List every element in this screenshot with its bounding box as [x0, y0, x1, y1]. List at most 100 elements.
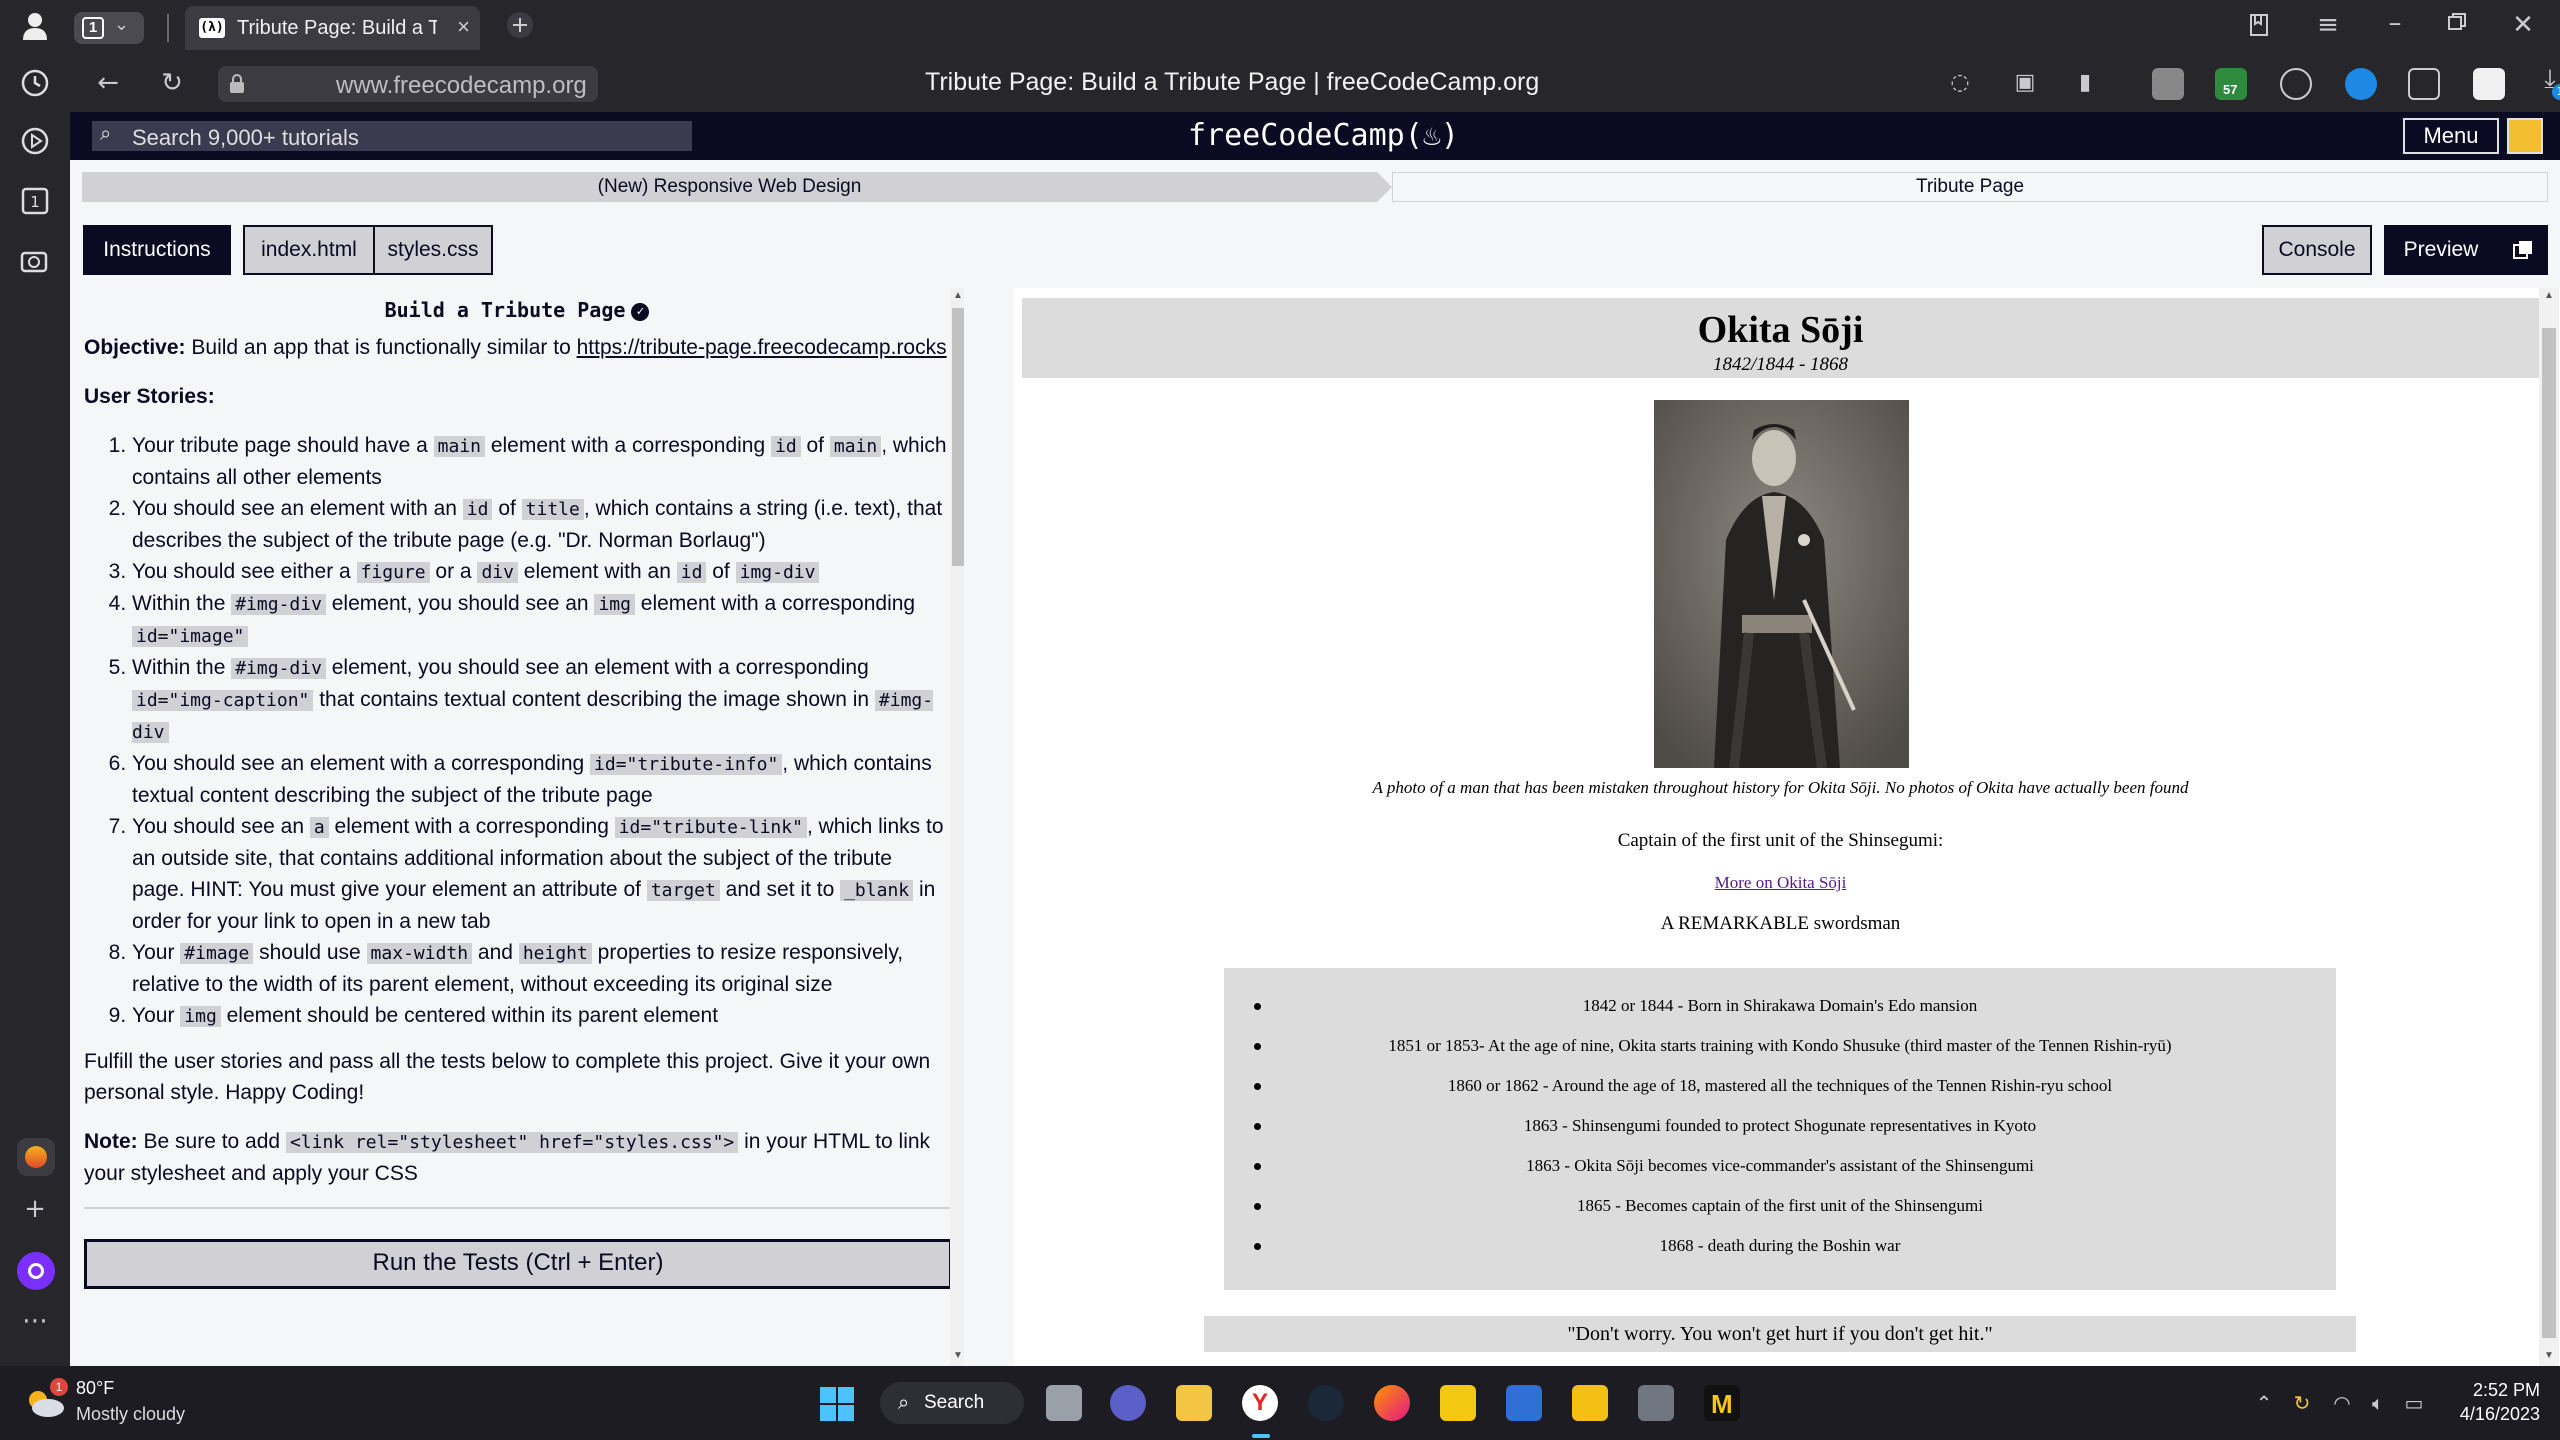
reload-icon[interactable]: ↻ — [152, 68, 192, 98]
tab-styles-css[interactable]: styles.css — [373, 225, 493, 275]
chevron-up-icon[interactable]: ⌃ — [2244, 1388, 2284, 1418]
tab-count-button[interactable]: 1 ⌄ — [74, 12, 144, 44]
fcc-logo[interactable]: freeCodeCamp(♨) — [1188, 118, 1459, 153]
sync-icon[interactable]: ↻ — [2282, 1388, 2322, 1418]
settings-menu-icon[interactable]: ≡ — [2308, 10, 2348, 40]
profile-icon[interactable] — [15, 12, 55, 47]
story-text: or a — [429, 560, 478, 583]
story-text: You should see either a — [132, 560, 357, 583]
objective-label: Objective: — [84, 336, 186, 359]
play-icon[interactable] — [15, 126, 55, 163]
objective-link[interactable]: https://tribute-page.freecodecamp.rocks — [577, 336, 947, 359]
preview-scrollbar[interactable]: ▲ ▼ — [2539, 288, 2559, 1366]
fcc-navbar: ⌕ Search 9,000+ tutorials freeCodeCamp(♨… — [70, 112, 2560, 160]
scroll-up-icon[interactable]: ▲ — [2544, 290, 2554, 301]
scrollbar-thumb[interactable] — [952, 308, 964, 566]
tab-number-icon[interactable]: 1 — [15, 186, 55, 223]
search-icon: ⌕ — [100, 123, 112, 145]
challenge-title-text: Build a Tribute Page — [384, 298, 626, 322]
download-badge: 1 — [2552, 84, 2560, 100]
windows-start-icon[interactable] — [820, 1387, 854, 1421]
extension-bulb-icon[interactable] — [2280, 68, 2312, 100]
taskbar-search[interactable]: ⌕ Search — [880, 1382, 1024, 1424]
close-tab-icon[interactable]: × — [457, 14, 470, 40]
power-bi-icon[interactable] — [1440, 1385, 1476, 1421]
new-tab-icon[interactable] — [500, 10, 540, 47]
g-app-icon[interactable] — [1572, 1385, 1608, 1421]
completed-check-icon: ✓ — [631, 302, 650, 321]
timeline-item: 1860 or 1862 - Around the age of 18, mas… — [1224, 1066, 2336, 1106]
extension-translate-icon[interactable] — [2473, 68, 2505, 100]
fulfill-text: Fulfill the user stories and pass all th… — [84, 1050, 931, 1104]
alice-assistant-icon[interactable] — [17, 1252, 55, 1290]
clock[interactable]: 2:52 PM 4/16/2023 — [2430, 1378, 2540, 1426]
wifi-icon[interactable]: ◠ — [2322, 1388, 2362, 1418]
browser-tab-active[interactable]: (λ) Tribute Page: Build a Tril × — [185, 6, 480, 50]
breadcrumb-project[interactable]: Tribute Page — [1392, 172, 2548, 202]
tab-preview[interactable]: Preview — [2384, 225, 2498, 275]
story-text: and set it to — [719, 878, 841, 901]
tab-index-html[interactable]: index.html — [243, 225, 375, 275]
extension-h-icon[interactable] — [2152, 68, 2184, 100]
file-explorer-icon[interactable] — [1176, 1385, 1212, 1421]
user-story: Your img element should be centered with… — [132, 1000, 950, 1032]
history-icon[interactable] — [15, 68, 55, 105]
bookmarks-panel-icon[interactable] — [2240, 12, 2280, 45]
back-arrow-icon[interactable]: ← — [88, 68, 128, 98]
scroll-down-icon[interactable]: ▼ — [953, 1350, 963, 1361]
inline-code: _blank — [840, 880, 914, 901]
m-app-icon[interactable]: M — [1704, 1385, 1740, 1421]
yandex-browser-icon[interactable]: Y — [1242, 1385, 1278, 1421]
user-story: Your #image should use max-width and hei… — [132, 937, 950, 1000]
reader-icon[interactable]: ▣ — [2005, 68, 2045, 98]
chat-icon[interactable]: ◌ — [1940, 68, 1980, 98]
camera-icon[interactable] — [15, 246, 55, 283]
search-input[interactable]: ⌕ Search 9,000+ tutorials — [92, 121, 692, 151]
story-text: element with a corresponding — [328, 815, 615, 838]
download-icon[interactable]: ⤓ 1 — [2530, 64, 2560, 100]
divider — [84, 1207, 954, 1209]
story-text: should use — [253, 941, 367, 964]
timeline-text: 1868 - death during the Boshin war — [1659, 1236, 1901, 1255]
bullet-icon — [1254, 1243, 1261, 1250]
run-tests-button[interactable]: Run the Tests (Ctrl + Enter) — [84, 1239, 952, 1289]
minimize-icon[interactable]: – — [2375, 8, 2415, 38]
avatar[interactable] — [2507, 118, 2543, 154]
extension-shazam-icon[interactable] — [2345, 68, 2377, 100]
task-view-icon[interactable] — [1046, 1385, 1082, 1421]
user-story: Within the #img-div element, you should … — [132, 588, 950, 652]
scroll-up-icon[interactable]: ▲ — [953, 290, 963, 301]
calendar-app-icon[interactable] — [1506, 1385, 1542, 1421]
inline-code: title — [521, 499, 584, 520]
bookmark-icon[interactable]: ▮ — [2065, 68, 2105, 98]
popout-preview-button[interactable] — [2498, 225, 2548, 275]
scroll-down-icon[interactable]: ▼ — [2544, 1350, 2554, 1361]
volume-icon[interactable]: 🔈︎ — [2358, 1388, 2398, 1418]
objective: Objective: Build an app that is function… — [84, 332, 950, 363]
chat-app-icon[interactable] — [1110, 1385, 1146, 1421]
tab-console[interactable]: Console — [2262, 225, 2372, 275]
app-weather-icon[interactable] — [17, 1138, 55, 1176]
extension-shield-icon[interactable]: 57 — [2215, 68, 2247, 100]
url-field[interactable]: www.freecodecamp.org — [218, 66, 598, 102]
extension-puzzle-icon[interactable] — [2408, 68, 2440, 100]
timeline-item: 1868 - death during the Boshin war — [1224, 1226, 2336, 1266]
tribute-link[interactable]: More on Okita Sōji — [1715, 873, 1847, 892]
inline-code: id="tribute-link" — [614, 817, 807, 838]
tab-instructions[interactable]: Instructions — [83, 225, 231, 275]
weather-icon[interactable]: 1 — [22, 1378, 68, 1418]
menu-button[interactable]: Menu — [2403, 118, 2499, 154]
firefox-icon[interactable] — [1374, 1385, 1410, 1421]
close-window-icon[interactable]: ✕ — [2503, 10, 2543, 40]
scrollbar-thumb[interactable] — [2542, 328, 2556, 1338]
unity-icon[interactable] — [1638, 1385, 1674, 1421]
breadcrumb-course[interactable]: (New) Responsive Web Design — [82, 172, 1377, 202]
steam-icon[interactable] — [1308, 1385, 1344, 1421]
battery-icon[interactable]: ▭ — [2394, 1388, 2434, 1418]
restore-icon[interactable] — [2437, 10, 2477, 40]
add-panel-icon[interactable]: + — [15, 1194, 55, 1224]
timeline-text: 1863 - Okita Sōji becomes vice-commander… — [1526, 1156, 2034, 1175]
more-icon[interactable]: ⋯ — [15, 1306, 55, 1336]
instructions-scrollbar[interactable]: ▲ ▼ — [950, 288, 964, 1366]
taskbar-search-label: Search — [924, 1392, 985, 1413]
